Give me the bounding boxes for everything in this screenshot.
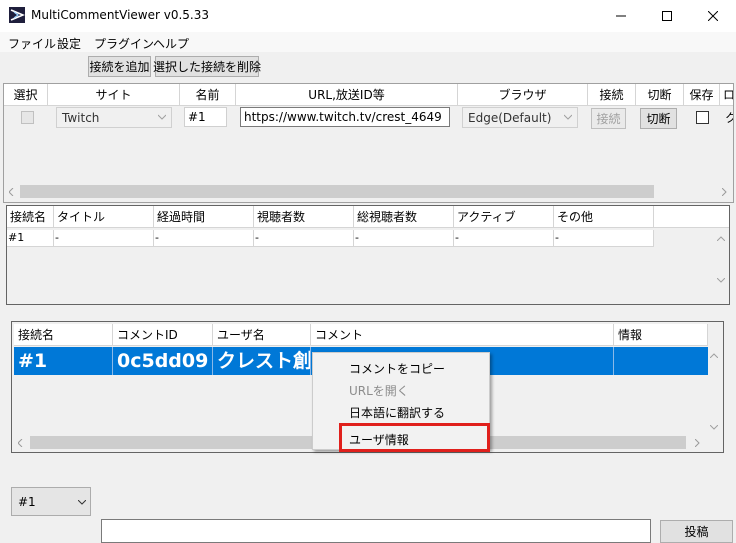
col-header-browser[interactable]: ブラウザ	[458, 84, 588, 106]
maximize-button[interactable]	[644, 0, 690, 32]
comment-info-cell	[614, 347, 708, 375]
extra-cell: ク	[725, 109, 733, 126]
site-select[interactable]: Twitch	[56, 107, 172, 128]
menu-help[interactable]: ヘルプ	[153, 35, 189, 52]
connections-hscrollbar[interactable]	[4, 183, 733, 200]
chevron-down-icon	[564, 114, 572, 120]
col-header-comment[interactable]: コメント	[311, 324, 614, 346]
chevron-left-icon[interactable]	[18, 439, 23, 447]
menu-settings[interactable]: 設定	[57, 35, 81, 52]
chevron-up-icon[interactable]	[710, 353, 718, 358]
stream-info-grid: 接続名 タイトル 経過時間 視聴者数 総視聴者数 アクティブ その他 #1 - …	[6, 205, 730, 305]
col-header-other[interactable]: その他	[554, 206, 654, 228]
info-cell: -	[554, 230, 654, 247]
info-cell: -	[354, 230, 454, 247]
close-button[interactable]	[690, 0, 736, 32]
disconnect-button[interactable]: 切断	[640, 108, 677, 129]
window-title: MultiCommentViewer v0.5.33	[31, 8, 210, 22]
post-button[interactable]: 投稿	[660, 520, 733, 543]
comment-user-cell: クレスト創	[213, 347, 311, 375]
name-field[interactable]: #1	[184, 107, 227, 127]
col-header-select[interactable]: 選択	[4, 84, 48, 106]
chevron-up-icon[interactable]	[717, 236, 725, 241]
col-header-save[interactable]: 保存	[684, 84, 720, 106]
col-header-connection-name[interactable]: 接続名	[7, 206, 54, 228]
chevron-right-icon[interactable]	[722, 188, 727, 196]
col-header-extra[interactable]: ロ	[720, 84, 733, 106]
minimize-icon	[616, 15, 626, 17]
remove-connection-button[interactable]: 選択した接続を削除	[153, 56, 261, 77]
col-header-connect[interactable]: 接続	[588, 84, 636, 106]
comment-input[interactable]	[101, 519, 651, 543]
maximize-icon	[662, 11, 672, 21]
browser-select[interactable]: Edge(Default)	[462, 107, 578, 128]
browser-select-value: Edge(Default)	[468, 110, 552, 125]
close-icon	[708, 11, 718, 21]
info-cell: #1	[7, 230, 54, 247]
save-checkbox[interactable]	[696, 111, 709, 124]
chevron-down-icon	[78, 500, 86, 505]
connection-select[interactable]: #1	[11, 487, 91, 516]
col-header-viewers[interactable]: 視聴者数	[254, 206, 354, 228]
menu-file[interactable]: ファイル	[8, 35, 56, 52]
chevron-down-icon[interactable]	[710, 425, 718, 430]
col-header-name[interactable]: 名前	[180, 84, 236, 106]
chevron-down-icon	[158, 114, 166, 120]
connection-select-value: #1	[18, 494, 36, 509]
col-header-site[interactable]: サイト	[48, 84, 180, 106]
info-cell: -	[254, 230, 354, 247]
menu-plugins[interactable]: プラグイン	[94, 35, 154, 52]
col-header-total-viewers[interactable]: 総視聴者数	[354, 206, 454, 228]
col-header-comment-id[interactable]: コメントID	[113, 324, 213, 346]
select-checkbox[interactable]	[21, 111, 34, 124]
minimize-button[interactable]	[598, 0, 644, 32]
info-cell: -	[54, 230, 154, 247]
col-header-url[interactable]: URL,放送ID等	[236, 84, 458, 106]
info-cell: -	[154, 230, 254, 247]
comment-id-cell: 0c5dd09	[113, 347, 213, 375]
connect-button[interactable]: 接続	[591, 108, 626, 129]
col-header-info[interactable]: 情報	[614, 324, 708, 346]
menu-copy-comment[interactable]: コメントをコピー	[349, 360, 445, 377]
chevron-left-icon[interactable]	[9, 188, 14, 196]
url-field[interactable]: https://www.twitch.tv/crest_4649	[240, 107, 450, 127]
info-cell: -	[454, 230, 554, 247]
add-connection-button[interactable]: 接続を追加	[88, 56, 151, 77]
site-select-value: Twitch	[62, 110, 100, 125]
comment-connection-cell: #1	[14, 347, 113, 375]
col-header-username[interactable]: ユーザ名	[213, 324, 311, 346]
col-header-elapsed[interactable]: 経過時間	[154, 206, 254, 228]
col-header-connection[interactable]: 接続名	[14, 324, 113, 346]
highlight-box	[339, 423, 490, 452]
connections-grid: 選択 サイト 名前 URL,放送ID等 ブラウザ 接続 切断 保存 ロ Twit…	[3, 83, 734, 203]
chevron-down-icon[interactable]	[717, 278, 725, 283]
col-header-filler	[654, 206, 729, 228]
chevron-right-icon[interactable]	[695, 439, 700, 447]
app-logo-icon	[9, 7, 26, 23]
connections-hscroll-thumb[interactable]	[20, 185, 654, 198]
col-header-title[interactable]: タイトル	[54, 206, 154, 228]
menu-translate-japanese[interactable]: 日本語に翻訳する	[349, 404, 445, 421]
menu-open-url[interactable]: URLを開く	[349, 382, 409, 399]
col-header-active[interactable]: アクティブ	[454, 206, 554, 228]
col-header-disconnect[interactable]: 切断	[636, 84, 684, 106]
